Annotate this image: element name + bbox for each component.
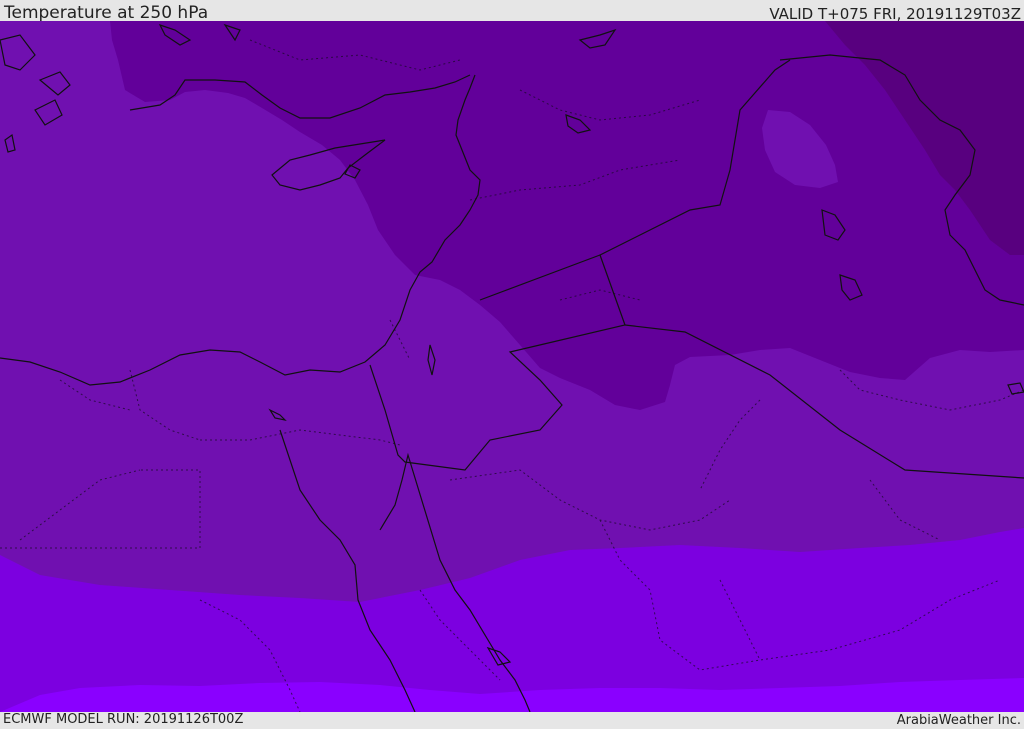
header-bar: Temperature at 250 hPa VALID T+075 FRI, … xyxy=(0,0,1024,23)
map-canvas xyxy=(0,21,1024,712)
credit-label: ArabiaWeather Inc. xyxy=(896,713,1021,728)
temperature-map xyxy=(0,21,1024,712)
map-title: Temperature at 250 hPa xyxy=(4,3,209,23)
footer-bar: ECMWF MODEL RUN: 20191126T00Z ArabiaWeat… xyxy=(0,712,1024,729)
model-run-label: ECMWF MODEL RUN: 20191126T00Z xyxy=(3,712,244,727)
